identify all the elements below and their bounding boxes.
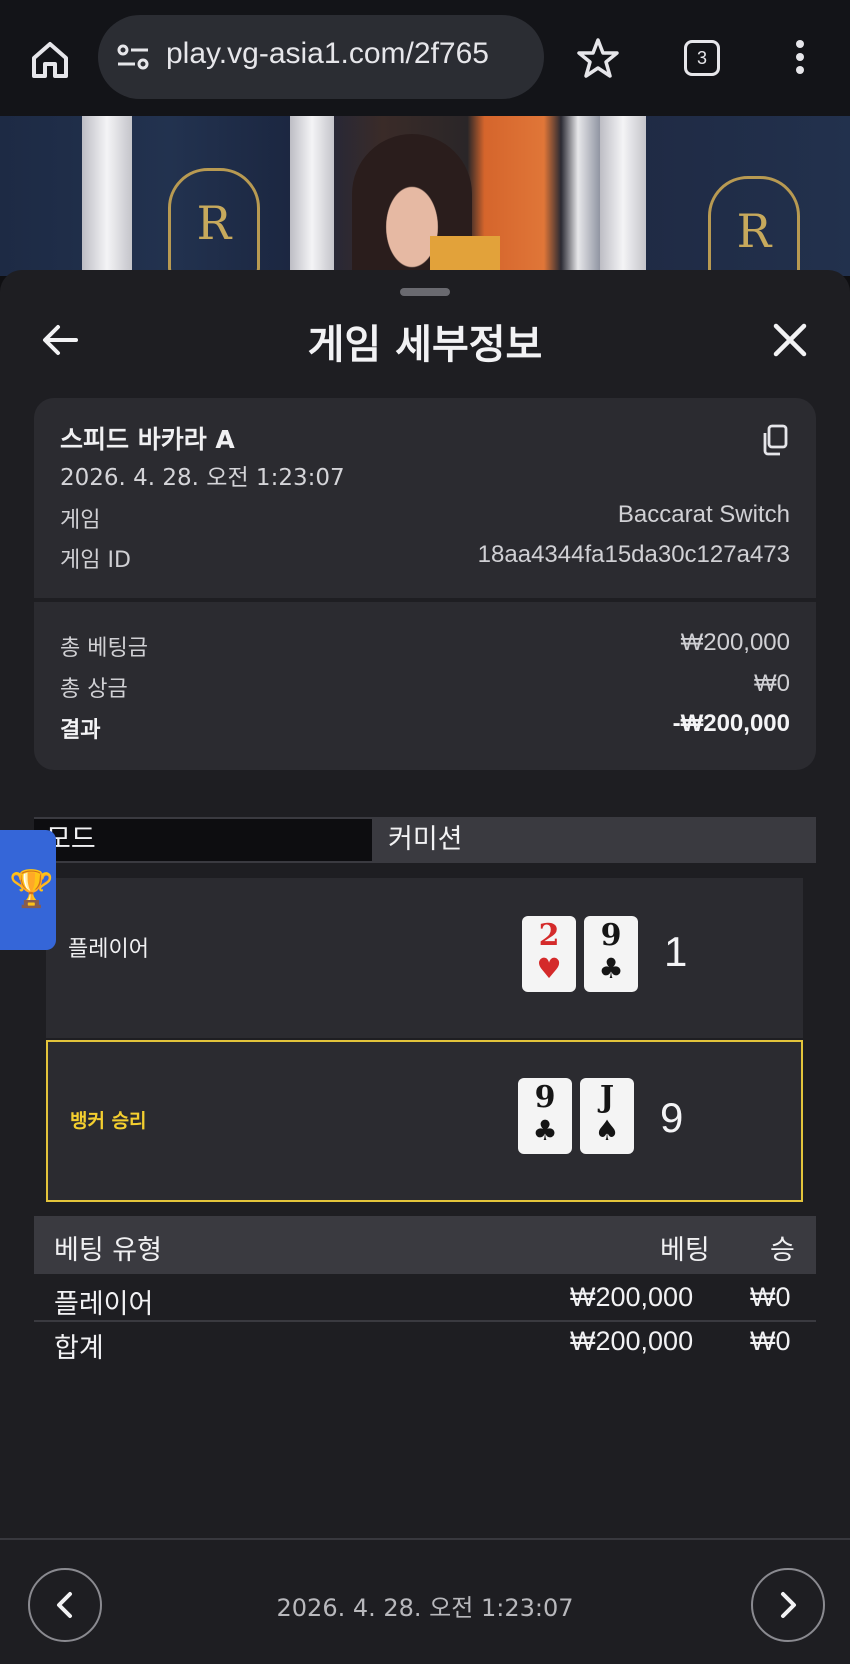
result-label: 결과 bbox=[60, 718, 101, 743]
playing-card: J ♠ bbox=[580, 1078, 634, 1154]
total-win-value: ₩0 bbox=[754, 670, 790, 697]
bet-amount: ₩200,000 bbox=[570, 1326, 694, 1356]
game-value: Baccarat Switch bbox=[617, 501, 790, 528]
game-summary-card: 스피드 바카라 A 2026. 4. 28. 오전 1:23:07 게임 Bac… bbox=[34, 398, 816, 770]
crest-logo-right: R bbox=[708, 176, 800, 276]
sheet-handle[interactable] bbox=[400, 288, 450, 296]
close-icon[interactable] bbox=[768, 318, 812, 362]
player-label: 플레이어 bbox=[68, 937, 149, 962]
commission-label: 커미션 bbox=[374, 819, 816, 861]
player-hand: 플레이어 2 ♥ 9 ♣ 1 bbox=[46, 878, 803, 1038]
bet-type: 플레이어 bbox=[54, 1289, 154, 1320]
game-label: 게임 bbox=[60, 508, 101, 533]
mode-row: 모드 커미션 bbox=[34, 817, 816, 863]
page-title: 게임 세부정보 bbox=[307, 322, 543, 368]
banker-score: 9 bbox=[660, 1094, 684, 1141]
game-name: 스피드 바카라 A bbox=[60, 425, 235, 454]
mode-label: 모드 bbox=[34, 819, 374, 861]
footer-nav: 2026. 4. 28. 오전 1:23:07 bbox=[0, 1538, 850, 1664]
total-bet-label: 총 베팅금 bbox=[60, 636, 148, 661]
star-icon[interactable] bbox=[576, 36, 620, 80]
chevron-right-icon[interactable] bbox=[751, 1568, 825, 1642]
footer-timestamp: 2026. 4. 28. 오전 1:23:07 bbox=[276, 1594, 574, 1622]
home-icon[interactable] bbox=[28, 38, 72, 82]
banker-hand: 뱅커 승리 9 ♣ J ♠ 9 bbox=[46, 1040, 803, 1202]
result-value: -₩200,000 bbox=[672, 710, 790, 737]
url-text[interactable]: play.vg-asia1.com/2f765 bbox=[166, 37, 489, 71]
divider bbox=[34, 598, 816, 602]
bet-header: 베팅 bbox=[660, 1235, 710, 1266]
game-timestamp: 2026. 4. 28. 오전 1:23:07 bbox=[60, 465, 345, 491]
table-row: 합계 ₩200,000 ₩0 bbox=[34, 1322, 816, 1366]
bet-type: 합계 bbox=[54, 1333, 104, 1364]
playing-card: 9 ♣ bbox=[518, 1078, 572, 1154]
playing-card: 2 ♥ bbox=[522, 916, 576, 992]
bet-amount: ₩200,000 bbox=[570, 1282, 694, 1312]
tabs-icon[interactable]: 3 bbox=[684, 40, 720, 76]
banker-win-label: 뱅커 승리 bbox=[70, 1110, 147, 1132]
trophy-tab[interactable]: 🏆 bbox=[0, 830, 56, 950]
bet-table-header: 베팅 유형 베팅 승 bbox=[34, 1216, 816, 1274]
total-win-label: 총 상금 bbox=[60, 677, 128, 702]
win-header: 승 bbox=[770, 1235, 795, 1266]
game-id-label: 게임 ID bbox=[60, 548, 131, 573]
player-score: 1 bbox=[664, 928, 688, 975]
bet-type-header: 베팅 유형 bbox=[54, 1235, 162, 1266]
tune-icon[interactable] bbox=[116, 42, 150, 72]
more-vert-icon[interactable] bbox=[792, 38, 808, 78]
table-row: 플레이어 ₩200,000 ₩0 bbox=[34, 1278, 816, 1322]
live-video-feed: R R bbox=[0, 116, 850, 276]
trophy-icon[interactable]: 🏆 bbox=[9, 868, 54, 910]
browser-toolbar: play.vg-asia1.com/2f765 3 bbox=[0, 0, 850, 116]
copy-icon[interactable] bbox=[760, 424, 790, 456]
win-amount: ₩0 bbox=[750, 1326, 791, 1356]
win-amount: ₩0 bbox=[750, 1282, 791, 1312]
total-bet-value: ₩200,000 bbox=[680, 629, 790, 656]
crest-logo-left: R bbox=[168, 168, 260, 276]
game-id-value[interactable]: 18aa4344fa15da30c127a473 bbox=[478, 541, 790, 569]
address-bar[interactable]: play.vg-asia1.com/2f765 bbox=[98, 15, 544, 99]
playing-card: 9 ♣ bbox=[584, 916, 638, 992]
